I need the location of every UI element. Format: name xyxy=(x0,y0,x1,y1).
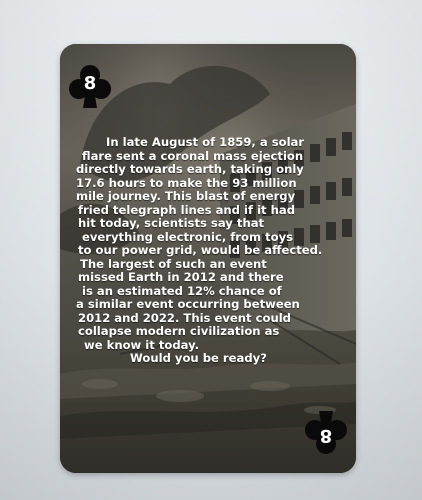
text-line: flare sent a coronal mass ejection xyxy=(82,148,304,163)
card-story-text: In late August of 1859, a solar flare se… xyxy=(74,135,346,366)
text-line: is an estimated 12% chance of xyxy=(82,283,282,298)
text-line: In late August of 1859, a solar xyxy=(106,135,305,149)
text-line: everything electronic, from toys xyxy=(82,229,294,244)
text-line: The largest of such an event xyxy=(80,256,267,271)
text-line: collapse modern civilization as xyxy=(78,324,280,338)
text-line: missed Earth in 2012 and there xyxy=(78,270,284,284)
playing-card: 8 In late August of 1859, a solar flare … xyxy=(60,44,356,473)
text-line: fried telegraph lines and if it had xyxy=(78,202,296,217)
text-line: a similar event occurring between xyxy=(76,297,300,311)
text-line: mile journey. This blast of energy xyxy=(76,189,296,203)
card-rank: 8 xyxy=(319,425,333,446)
text-line: 2012 and 2022. This event could xyxy=(78,310,291,325)
text-line: 17.6 hours to make the 93 million xyxy=(76,175,297,190)
card-rank: 8 xyxy=(83,73,97,94)
text-line: Would you be ready? xyxy=(130,351,267,365)
text-line: we know it today. xyxy=(84,337,200,352)
text-line: to our power grid, would be affected. xyxy=(78,243,323,257)
text-line: directly towards earth, taking only xyxy=(76,162,304,176)
bottom-right-club-pip: 8 xyxy=(300,407,352,459)
top-left-club-pip: 8 xyxy=(64,60,116,112)
text-line: hit today, scientists say that xyxy=(78,216,265,230)
